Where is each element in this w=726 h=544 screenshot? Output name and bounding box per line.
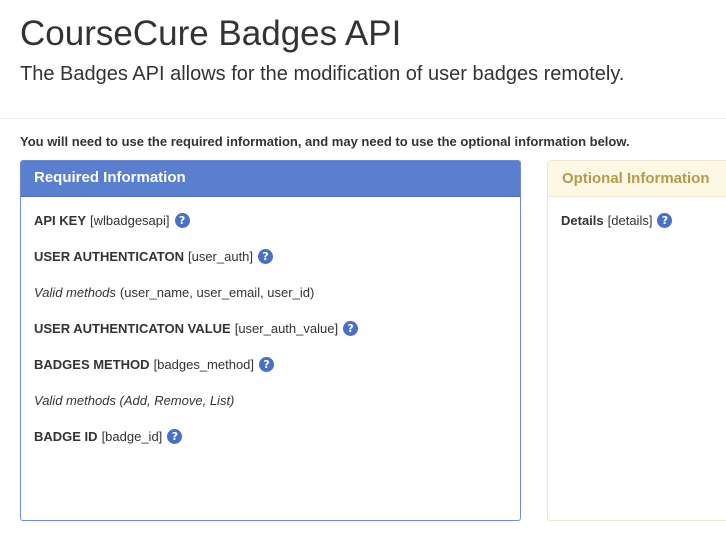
field-badges-method: BADGES METHOD [badges_method] ?: [34, 346, 507, 382]
page-header: CourseCure Badges API The Badges API all…: [0, 0, 726, 119]
optional-information-panel: Optional Information Details [details] ?: [547, 160, 726, 521]
optional-panel-body: Details [details] ?: [548, 202, 726, 238]
note-label: Valid methods (Add, Remove, List): [34, 392, 235, 408]
question-circle-icon[interactable]: ?: [258, 248, 274, 264]
question-circle-icon[interactable]: ?: [657, 212, 673, 228]
optional-panel-heading: Optional Information: [548, 161, 726, 197]
field-badge-id: BADGE ID [badge_id] ?: [34, 418, 507, 454]
question-circle-icon[interactable]: ?: [343, 320, 359, 336]
field-label: API KEY: [34, 212, 87, 228]
field-api-key: API KEY [wlbadgesapi] ?: [34, 202, 507, 238]
field-label: BADGES METHOD: [34, 356, 150, 372]
field-label: BADGE ID: [34, 428, 98, 444]
field-label: Details: [561, 212, 604, 228]
note-values: (user_name, user_email, user_id): [119, 284, 315, 300]
field-user-auth-value: USER AUTHENTICATON VALUE [user_auth_valu…: [34, 310, 507, 346]
required-panel-body: API KEY [wlbadgesapi] ? USER AUTHENTICAT…: [21, 202, 520, 454]
question-circle-icon[interactable]: ?: [174, 212, 190, 228]
page-title: CourseCure Badges API: [20, 14, 402, 53]
question-circle-icon[interactable]: ?: [167, 428, 183, 444]
field-param-key: [details]: [607, 212, 653, 228]
instructions-text: You will need to use the required inform…: [20, 134, 630, 149]
field-user-auth: USER AUTHENTICATON [user_auth] ?: [34, 238, 507, 274]
field-param-key: [badge_id]: [101, 428, 163, 444]
question-circle-icon[interactable]: ?: [259, 356, 275, 372]
page-subtitle: The Badges API allows for the modificati…: [20, 63, 625, 85]
field-param-key: [badges_method]: [153, 356, 255, 372]
field-details: Details [details] ?: [561, 202, 723, 238]
note-label: Valid methods: [34, 284, 116, 300]
required-information-panel: Required Information API KEY [wlbadgesap…: [20, 160, 521, 521]
badges-method-valid-methods-note: Valid methods (Add, Remove, List): [34, 382, 507, 418]
field-label: USER AUTHENTICATON VALUE: [34, 320, 231, 336]
field-label: USER AUTHENTICATON: [34, 248, 184, 264]
field-param-key: [user_auth_value]: [234, 320, 339, 336]
field-param-key: [user_auth]: [187, 248, 254, 264]
field-param-key: [wlbadgesapi]: [90, 212, 170, 228]
user-auth-valid-methods-note: Valid methods (user_name, user_email, us…: [34, 274, 507, 310]
required-panel-heading: Required Information: [21, 161, 520, 197]
